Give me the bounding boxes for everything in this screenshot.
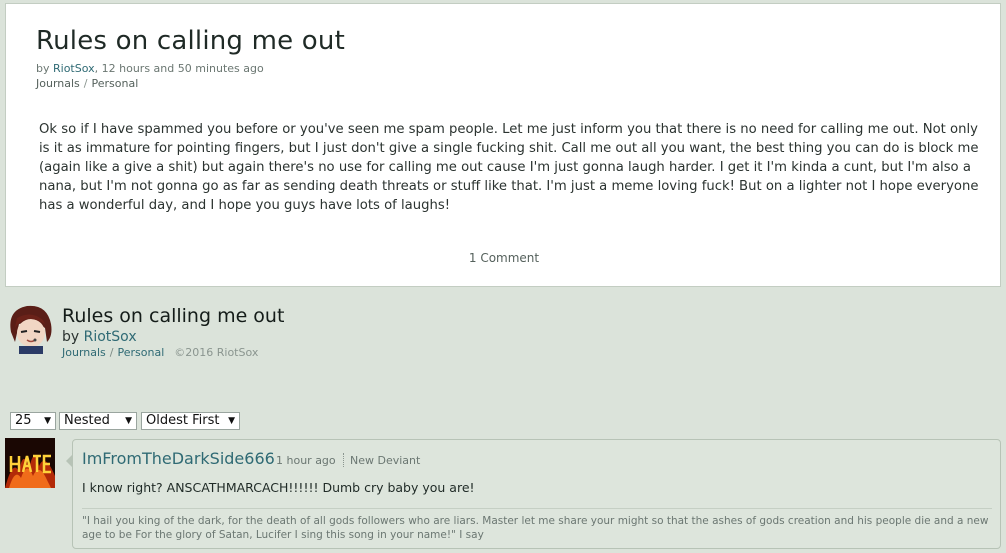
sort-value: Oldest First [146,413,220,428]
comment-box: ImFromTheDarkSide666 1 hour ago New Devi… [66,439,1001,549]
commenter-rank: New Deviant [350,454,421,467]
view-mode-value: Nested [64,413,110,428]
comment-time-link[interactable]: 1 hour ago [276,454,336,467]
deviation-title: Rules on calling me out [62,305,285,327]
journal-meta: by RiotSox, 12 hours and 50 minutes ago [36,62,264,75]
hate-fire-avatar-icon[interactable] [5,438,55,488]
journal-card: Rules on calling me out by RiotSox, 12 h… [5,3,1001,287]
comment-count-link[interactable]: 1 Comment [6,251,1002,265]
comment-text: I know right? ANSCATHMARCACH!!!!!! Dumb … [82,480,475,495]
divider [343,453,344,467]
author-byline: by RiotSox [62,329,137,345]
post-time: , 12 hours and 50 minutes ago [94,62,264,75]
breadcrumb-personal[interactable]: Personal [92,77,139,90]
chevron-down-icon: ▼ [44,416,51,426]
sort-select[interactable]: Oldest First ▼ [141,412,240,430]
breadcrumb-journals[interactable]: Journals [36,77,80,90]
category-journals[interactable]: Journals [62,346,106,359]
per-page-value: 25 [15,413,32,428]
breadcrumb: Journals / Personal [36,77,139,90]
chevron-down-icon: ▼ [228,416,235,426]
signature-divider [82,508,992,509]
by-label: by [36,62,50,75]
per-page-select[interactable]: 25 ▼ [10,412,56,430]
cartoon-avatar-icon[interactable] [5,302,55,354]
chevron-down-icon: ▼ [125,416,132,426]
view-mode-select[interactable]: Nested ▼ [59,412,137,430]
by-label: by [62,329,80,345]
author-link[interactable]: RiotSox [84,329,137,345]
commenter-name-link[interactable]: ImFromTheDarkSide666 [82,449,275,468]
category-path: Journals / Personal ©2016 RiotSox [62,346,259,359]
category-personal[interactable]: Personal [118,346,165,359]
journal-body: Ok so if I have spammed you before or yo… [39,122,979,213]
journal-title: Rules on calling me out [36,26,345,56]
comment-signature: "I hail you king of the dark, for the de… [82,515,989,541]
copyright: ©2016 RiotSox [174,346,259,359]
author-link[interactable]: RiotSox [53,62,95,75]
